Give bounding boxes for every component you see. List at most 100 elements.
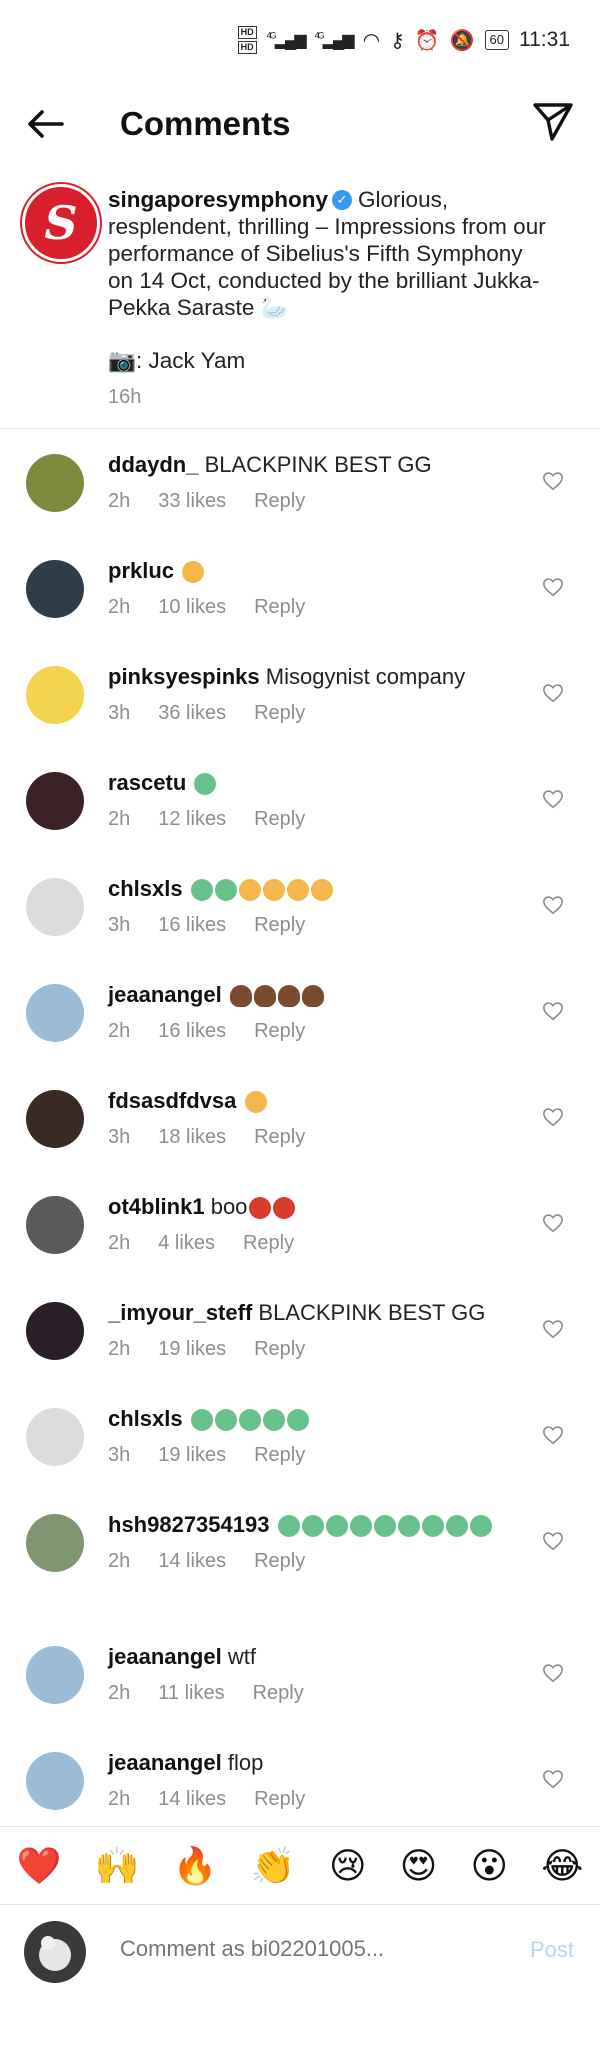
arrow-left-icon[interactable] [22,100,70,148]
comment-username[interactable]: rascetu [108,770,186,795]
comment-input[interactable] [118,1935,482,1963]
avatar[interactable] [26,1090,84,1148]
avatar[interactable] [26,454,84,512]
comment-username[interactable]: ddaydn_ [108,452,198,477]
heart-icon[interactable] [542,1662,564,1684]
comment-username[interactable]: hsh9827354193 [108,1512,269,1537]
comment-text-line: jeaanangel wtf [108,1642,518,1672]
crying-emoji-icon[interactable]: 😢 [329,1827,367,1905]
heart-icon[interactable] [542,1212,564,1234]
comment-username[interactable]: fdsasdfdvsa [108,1088,236,1113]
reply-button[interactable]: Reply [254,1020,305,1043]
comment-body: _imyour_steff BLACKPINK BEST GG 2h 19 like… [108,1298,518,1361]
sick-emoji-icon [190,1409,213,1432]
post-caption: S singaporesymphony ✓ Glorious, resplenden… [0,180,600,429]
comment-likes[interactable]: 16 likes [158,1020,226,1043]
comment-likes[interactable]: 11 likes [158,1682,224,1705]
heart-icon[interactable] [542,788,564,810]
heart-icon[interactable] [542,576,564,598]
heart-icon[interactable] [542,682,564,704]
avatar[interactable] [26,878,84,936]
heart-icon[interactable] [542,1530,564,1552]
poop-emoji-icon [301,985,324,1008]
reply-button[interactable]: Reply [254,1126,305,1149]
vomit-emoji-icon [182,561,205,584]
paper-plane-icon[interactable] [530,98,576,144]
account-logo[interactable]: S [22,184,100,262]
avatar[interactable] [26,560,84,618]
heart-icon[interactable] [542,1768,564,1790]
avatar[interactable] [26,1196,84,1254]
comment-likes[interactable]: 4 likes [158,1232,215,1255]
comment-time: 2h [108,490,131,512]
caption-username[interactable]: singaporesymphony [108,187,328,212]
comment-likes[interactable]: 14 likes [158,1550,226,1573]
comment-likes[interactable]: 10 likes [158,596,226,619]
comment-meta: 2h 10 likes Reply [108,596,518,619]
avatar[interactable] [26,1752,84,1810]
comment-likes[interactable]: 14 likes [158,1788,226,1811]
comment-username[interactable]: pinksyespinks [108,664,260,689]
avatar[interactable] [26,1408,84,1466]
comment-likes[interactable]: 36 likes [158,702,226,725]
comment-username[interactable]: jeaanangel [108,1750,222,1775]
fire-emoji-icon[interactable]: 🔥 [173,1827,218,1905]
reply-button[interactable]: Reply [254,702,305,725]
comment-meta: 2h 33 likes Reply [108,490,518,513]
avatar[interactable] [26,1302,84,1360]
reply-button[interactable]: Reply [254,1444,305,1467]
heart-icon[interactable] [542,470,564,492]
comment-likes[interactable]: 16 likes [158,914,226,937]
reply-button[interactable]: Reply [253,1682,304,1705]
raised-hands-emoji-icon[interactable]: 🙌 [95,1827,140,1905]
comment-username[interactable]: chlsxls [108,1406,183,1431]
hd-badges: HD HD [237,26,257,54]
comment-likes[interactable]: 18 likes [158,1126,226,1149]
reply-button[interactable]: Reply [243,1232,294,1255]
heart-icon[interactable] [542,1000,564,1022]
heart-icon[interactable] [542,1318,564,1340]
comment-text-line: fdsasdfdvsa [108,1086,518,1116]
reply-button[interactable]: Reply [254,1550,305,1573]
avatar[interactable] [26,984,84,1042]
surprised-emoji-icon[interactable]: 😮 [471,1827,509,1905]
comment-time: 2h [108,808,131,830]
reply-button[interactable]: Reply [254,490,305,513]
vomit-emoji-icon [238,879,261,902]
avatar[interactable] [26,772,84,830]
comment-username[interactable]: _imyour_steff [108,1300,252,1325]
comment-likes[interactable]: 19 likes [158,1338,226,1361]
clap-emoji-icon[interactable]: 👏 [251,1827,296,1905]
heart-eyes-emoji-icon[interactable]: 😍 [400,1827,438,1905]
comment-text: BLACKPINK BEST GG [258,1300,486,1325]
comment-likes[interactable]: 33 likes [158,490,226,513]
comment-username[interactable]: jeaanangel [108,1644,222,1669]
caption-time: 16h [108,386,142,408]
reply-button[interactable]: Reply [254,914,305,937]
comment-time: 2h [108,1020,131,1042]
comment-username[interactable]: chlsxls [108,876,183,901]
reply-button[interactable]: Reply [254,596,305,619]
comment-body: chlsxls 3h 16 likes Reply [108,874,518,937]
comment-username[interactable]: jeaanangel [108,982,222,1007]
comment-time: 2h [108,1788,131,1810]
reply-button[interactable]: Reply [254,1338,305,1361]
heart-icon[interactable] [542,1424,564,1446]
comment-likes[interactable]: 19 likes [158,1444,226,1467]
comment-username[interactable]: ot4blink1 [108,1194,205,1219]
comment-text-line: hsh9827354193 [108,1510,518,1540]
avatar[interactable] [26,1646,84,1704]
laughing-emoji-icon[interactable]: 😂 [541,1827,583,1905]
heart-icon[interactable] [542,1106,564,1128]
avatar[interactable] [26,1514,84,1572]
reply-button[interactable]: Reply [254,808,305,831]
heart-emoji-icon[interactable]: ❤️ [17,1827,62,1905]
comment-username[interactable]: prkluc [108,558,174,583]
post-button[interactable]: Post [530,1937,574,1963]
heart-icon[interactable] [542,894,564,916]
sick-emoji-icon [325,1515,348,1538]
avatar[interactable] [26,666,84,724]
sick-emoji-icon [349,1515,372,1538]
reply-button[interactable]: Reply [254,1788,305,1811]
comment-likes[interactable]: 12 likes [158,808,226,831]
